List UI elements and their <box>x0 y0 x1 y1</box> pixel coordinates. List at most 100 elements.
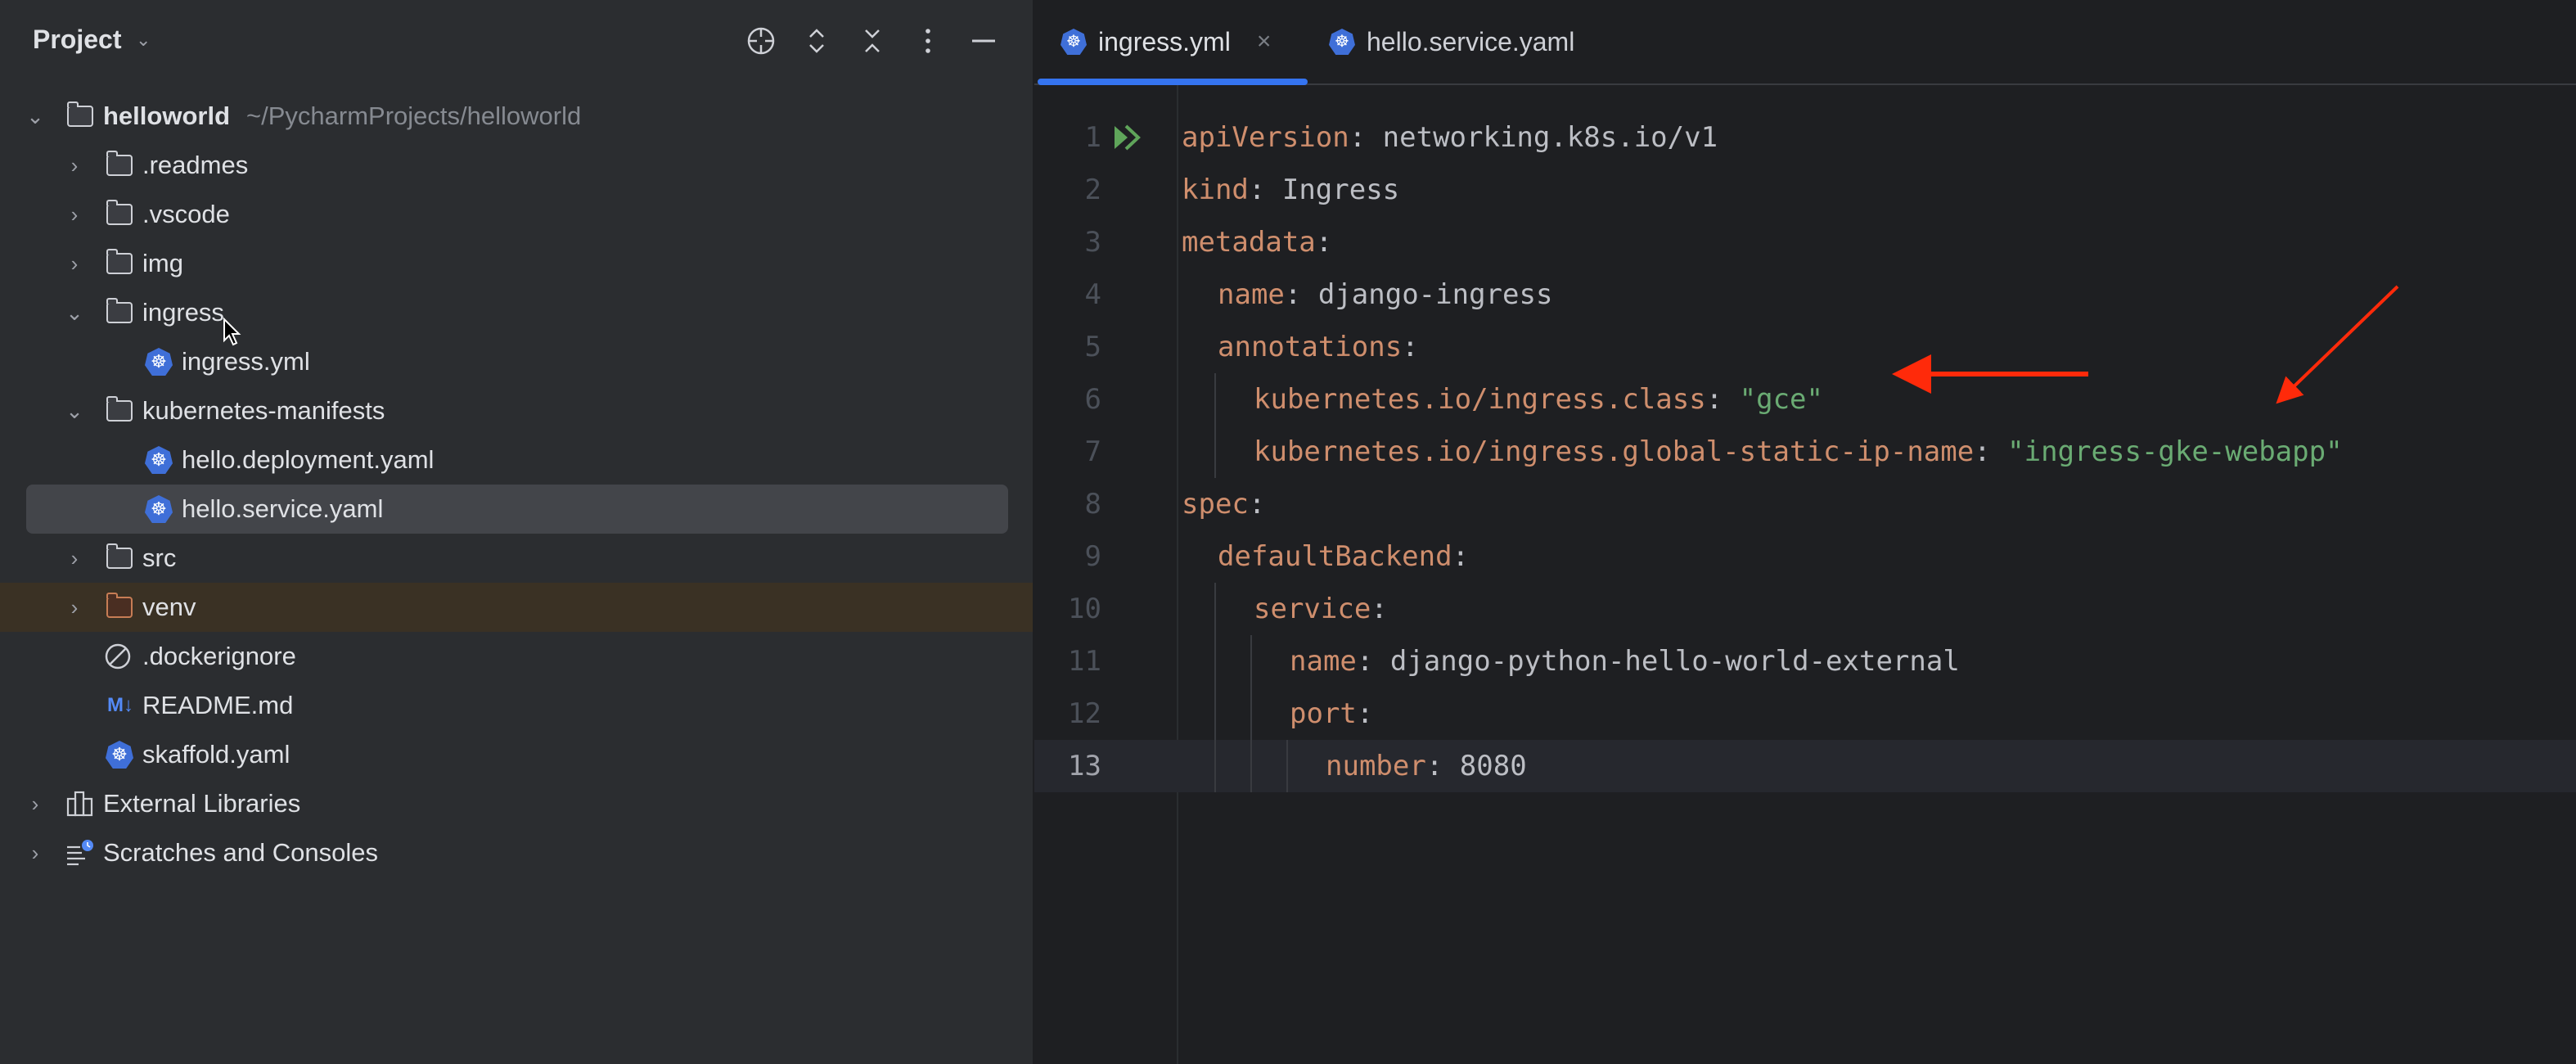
chevron-down-icon[interactable]: ⌄ <box>62 399 87 423</box>
kubernetes-icon: ☸ <box>144 347 173 376</box>
colon: : <box>1425 750 1460 782</box>
tree-item-ingress[interactable]: ⌄ ingress <box>0 288 1033 337</box>
colon: : <box>1248 174 1282 206</box>
chevron-right-icon[interactable]: › <box>62 595 87 620</box>
colon: : <box>1705 383 1740 416</box>
code-line[interactable]: 11 name: django-python-hello-world-extern… <box>1034 635 2576 688</box>
tree-item-scratches[interactable]: › Scratches and Consoles <box>0 828 1033 877</box>
chevron-right-icon[interactable]: › <box>23 841 47 865</box>
folder-icon <box>105 298 134 327</box>
code-text: port: <box>1290 697 1390 730</box>
indent-guide <box>1286 740 1288 792</box>
run-icon[interactable] <box>1111 123 1144 152</box>
code-line[interactable]: 3 metadata: <box>1034 216 2576 268</box>
tree-item-label: skaffold.yaml <box>142 740 290 769</box>
colon: : <box>1349 121 1383 154</box>
tree-item-vscode[interactable]: › .vscode <box>0 190 1033 239</box>
tab-ingress-yml[interactable]: ☸ ingress.yml × <box>1061 0 1271 83</box>
chevron-down-icon[interactable]: ⌄ <box>62 300 87 325</box>
folder-icon <box>105 249 134 278</box>
code-line[interactable]: 9 defaultBackend: <box>1034 530 2576 583</box>
tree-item-external-libraries[interactable]: › External Libraries <box>0 779 1033 828</box>
tree-item-readme[interactable]: M↓ README.md <box>0 681 1033 730</box>
tree-item-hello-service[interactable]: ☸ hello.service.yaml <box>0 485 1033 534</box>
indent-guide <box>1214 426 1216 478</box>
chevron-down-icon[interactable]: ⌄ <box>23 104 47 128</box>
collapse-all-icon[interactable] <box>854 23 890 59</box>
yaml-value: 8080 <box>1459 750 1527 782</box>
line-number: 2 <box>1084 174 1101 206</box>
code-text: kind: Ingress <box>1182 174 1399 206</box>
code-line[interactable]: 12 port: <box>1034 688 2576 740</box>
indent-guide <box>1214 740 1216 792</box>
tree-item-dockerignore[interactable]: .dockerignore <box>0 632 1033 681</box>
tree-item-label: kubernetes-manifests <box>142 396 385 425</box>
tree-item-src[interactable]: › src <box>0 534 1033 583</box>
code-text: kubernetes.io/ingress.global-static-ip-n… <box>1254 435 2343 468</box>
code-text: spec: <box>1182 488 1282 521</box>
code-line[interactable]: 4 name: django-ingress <box>1034 268 2576 321</box>
yaml-key: metadata <box>1182 226 1316 259</box>
tree-item-img[interactable]: › img <box>0 239 1033 288</box>
project-panel-header: Project ⌄ <box>0 0 1033 82</box>
colon: : <box>1248 488 1282 521</box>
code-line[interactable]: 8 spec: <box>1034 478 2576 530</box>
tree-item-skaffold[interactable]: ☸ skaffold.yaml <box>0 730 1033 779</box>
chevron-right-icon[interactable]: › <box>62 202 87 227</box>
line-number: 1 <box>1084 121 1101 154</box>
tree-item-label: hello.service.yaml <box>182 494 384 523</box>
yaml-value: Ingress <box>1281 174 1400 206</box>
locate-icon[interactable] <box>743 23 779 59</box>
code-line[interactable]: 1 apiVersion: networking.k8s.io/v1 <box>1034 111 2576 164</box>
code-text: metadata: <box>1182 226 1349 259</box>
tree-item-helloworld[interactable]: ⌄ helloworld ~/PycharmProjects/helloworld <box>0 92 1033 141</box>
chevron-right-icon[interactable]: › <box>23 791 47 816</box>
tree-item-ingress-yml[interactable]: ☸ ingress.yml <box>0 337 1033 386</box>
folder-icon <box>105 200 134 229</box>
code-editor[interactable]: 1 apiVersion: networking.k8s.io/v1 2 kind: … <box>1034 85 2576 1064</box>
chevron-right-icon[interactable]: › <box>62 251 87 276</box>
tree-item-venv[interactable]: › venv <box>0 583 1033 632</box>
tree-item-label: helloworld <box>103 101 230 130</box>
yaml-key: kubernetes.io/ingress.class <box>1254 383 1706 416</box>
line-number: 4 <box>1084 278 1101 311</box>
kubernetes-icon: ☸ <box>1061 29 1087 55</box>
project-view-selector[interactable]: Project <box>33 25 121 55</box>
colon: : <box>1284 278 1318 311</box>
tree-item-hello-deployment[interactable]: ☸ hello.deployment.yaml <box>0 435 1033 485</box>
code-line[interactable]: 7 kubernetes.io/ingress.global-static-ip-… <box>1034 426 2576 478</box>
code-line[interactable]: 13 number: 8080 <box>1034 740 2576 792</box>
colon: : <box>1402 331 1436 363</box>
chevron-right-icon[interactable]: › <box>62 153 87 178</box>
code-line[interactable]: 5 annotations: <box>1034 321 2576 373</box>
chevron-down-icon[interactable]: ⌄ <box>136 29 151 51</box>
tree-item-label: .dockerignore <box>142 642 296 670</box>
line-number: 5 <box>1084 331 1101 363</box>
code-line[interactable]: 10 service: <box>1034 583 2576 635</box>
tab-hello-service-yaml[interactable]: ☸ hello.service.yaml <box>1329 0 1574 83</box>
tree-item-label: .readmes <box>142 151 249 179</box>
close-icon[interactable]: × <box>1257 28 1272 56</box>
expand-all-icon[interactable] <box>799 23 835 59</box>
code-text: name: django-ingress <box>1218 278 1552 311</box>
code-line[interactable]: 6 kubernetes.io/ingress.class: "gce" <box>1034 373 2576 426</box>
folder-icon <box>65 101 95 131</box>
yaml-key: service <box>1254 593 1371 625</box>
yaml-value: networking.k8s.io/v1 <box>1382 121 1718 154</box>
more-options-icon[interactable] <box>910 23 946 59</box>
tree-item-readmes[interactable]: › .readmes <box>0 141 1033 190</box>
line-number: 7 <box>1084 435 1101 468</box>
tree-item-kubernetes-manifests[interactable]: ⌄ kubernetes-manifests <box>0 386 1033 435</box>
line-number: 3 <box>1084 226 1101 259</box>
yaml-key: annotations <box>1218 331 1403 363</box>
code-line[interactable]: 2 kind: Ingress <box>1034 164 2576 216</box>
chevron-right-icon[interactable]: › <box>62 546 87 570</box>
tree-item-label: hello.deployment.yaml <box>182 445 435 474</box>
kubernetes-icon: ☸ <box>144 494 173 524</box>
tab-label: hello.service.yaml <box>1367 26 1575 56</box>
line-number: 10 <box>1068 593 1101 625</box>
folder-icon <box>105 543 134 573</box>
colon: : <box>1452 540 1486 573</box>
minimize-icon[interactable] <box>966 23 1002 59</box>
tree-item-label: .vscode <box>142 200 230 228</box>
